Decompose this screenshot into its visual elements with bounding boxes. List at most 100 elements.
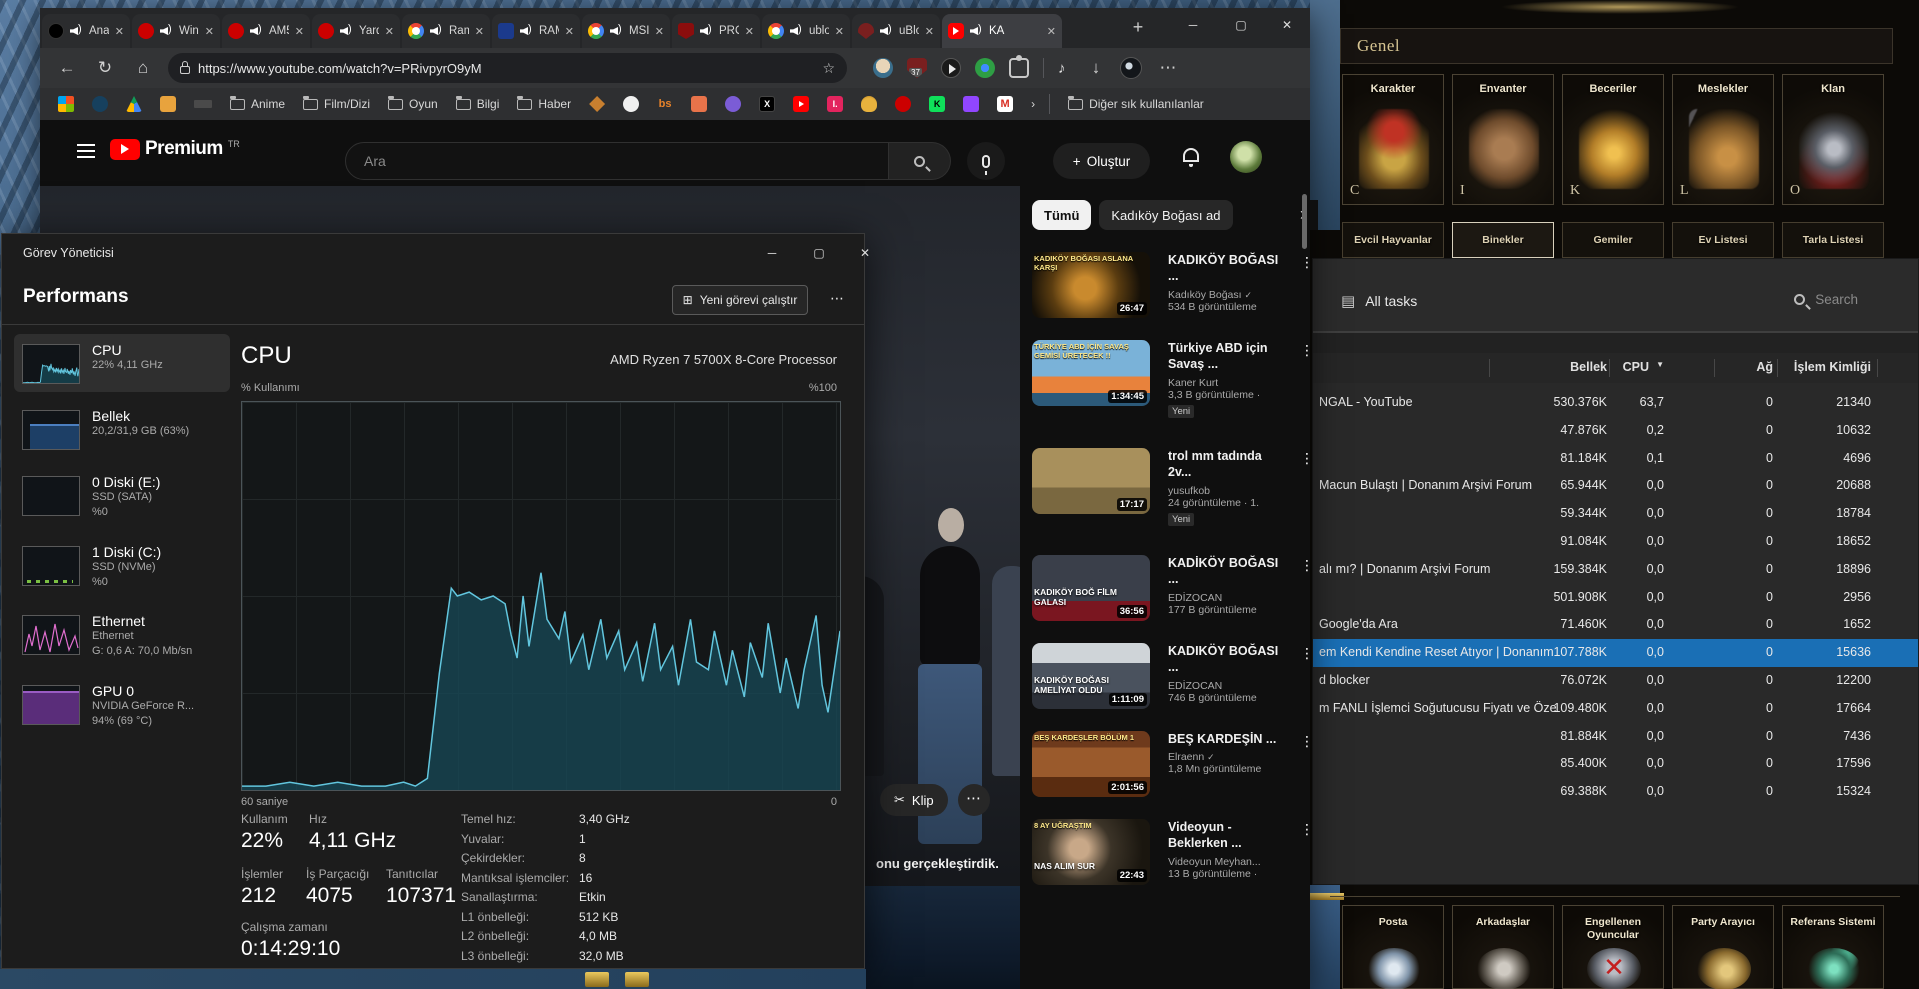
browser-tab[interactable]: Windov ✕ [132, 14, 220, 48]
bookmark-favicon[interactable] [623, 96, 639, 112]
task-row[interactable]: d blocker 76.072K 0,0 0 12200 [1313, 667, 1918, 695]
performance-sidebar-item[interactable]: Ethernet Ethernet G: 0,6 A: 70,0 Mb/sn [14, 605, 230, 667]
bookmark-favicon[interactable] [58, 96, 74, 112]
task-row[interactable]: 69.388K 0,0 0 15324 [1313, 778, 1918, 806]
clip-button[interactable]: ✂ Klip [880, 784, 948, 816]
bookmark-favicon[interactable] [691, 96, 707, 112]
browser-tab[interactable]: Yardım ✕ [312, 14, 400, 48]
video-more-button[interactable]: ⋯ [958, 784, 990, 816]
tab-close-icon[interactable]: ✕ [745, 25, 754, 38]
bookmark-favicon[interactable]: I. [827, 96, 843, 112]
game-social-card[interactable]: Party Arayıcı [1672, 905, 1774, 989]
tab-close-icon[interactable]: ✕ [655, 25, 664, 38]
refresh-button[interactable]: ↻ [86, 58, 124, 78]
performance-tab[interactable]: Performans [23, 286, 129, 308]
bookmark-favicon[interactable] [963, 96, 979, 112]
bookmark-favicon[interactable] [194, 100, 212, 108]
task-row[interactable]: 501.908K 0,0 0 2956 [1313, 584, 1918, 612]
suggested-video[interactable]: 17:17 trol mm tadında 2v... yusufkob 24 … [1032, 448, 1310, 532]
tab-close-icon[interactable]: ✕ [1047, 25, 1056, 38]
bookmark-favicon[interactable] [126, 96, 142, 112]
ublock-extension-icon[interactable]: 37 [907, 58, 927, 78]
address-bar[interactable]: https://www.youtube.com/watch?v=PRivpyrO… [168, 53, 847, 83]
browser-tab[interactable]: PRO A6 ✕ [672, 14, 760, 48]
suggested-video[interactable]: KADIKÖY BOĞ FİLM GALASI 36:56 KADİKÖY BO… [1032, 555, 1310, 639]
bookmark-favicon[interactable]: bs [657, 96, 673, 112]
browser-tab[interactable]: RAMPA ✕ [492, 14, 580, 48]
back-button[interactable]: ← [48, 58, 86, 78]
bookmark-favicon[interactable] [160, 96, 176, 112]
video-thumbnail[interactable]: TÜRKİYE ABD İÇİN SAVAŞ GEMİSİ ÜRETECEK !… [1032, 340, 1150, 406]
game-menu-card[interactable]: Beceriler K [1562, 74, 1664, 205]
suggested-video[interactable]: KADIKÖY BOĞASI ASLANA KARŞI 26:47 KADIKÖ… [1032, 252, 1310, 336]
window-close-button[interactable]: ✕ [1264, 8, 1310, 42]
task-row[interactable]: 81.884K 0,0 0 7436 [1313, 723, 1918, 751]
bookmark-folder[interactable]: Bilgi [456, 97, 500, 111]
youtube-profile-avatar[interactable] [1230, 141, 1262, 173]
video-thumbnail[interactable]: KADIKÖY BOĞASI AMELİYAT OLDU 1:11:09 [1032, 643, 1150, 709]
task-row[interactable]: Google'da Ara 71.460K 0,0 0 1652 [1313, 611, 1918, 639]
task-row[interactable]: 85.400K 0,0 0 17596 [1313, 750, 1918, 778]
hamburger-menu-icon[interactable] [77, 144, 95, 158]
game-menu-card[interactable]: Meslekler L [1672, 74, 1774, 205]
video-menu-kebab-icon[interactable]: ⋮ [1300, 450, 1314, 467]
task-row[interactable]: 47.876K 0,2 0 10632 [1313, 417, 1918, 445]
video-thumbnail[interactable]: 8 AY UĞRAŞTIM NAS ALIM SUR 22:43 [1032, 819, 1150, 885]
youtube-logo[interactable]: Premium TR [110, 138, 240, 160]
game-secondary-card[interactable]: Ev Listesi [1672, 222, 1774, 258]
create-button[interactable]: + Oluştur [1053, 143, 1150, 179]
bookmark-favicon[interactable] [895, 96, 911, 112]
new-tab-button[interactable]: + [1123, 13, 1153, 43]
game-secondary-card[interactable]: Tarla Listesi [1782, 222, 1884, 258]
bookmark-favicon[interactable] [861, 96, 877, 112]
game-social-card[interactable]: Engellenen Oyuncular [1562, 905, 1664, 989]
window-minimize-button[interactable]: ─ [1170, 8, 1216, 42]
task-row[interactable]: 59.344K 0,0 0 18784 [1313, 500, 1918, 528]
bookmark-folder[interactable]: Film/Dizi [303, 97, 370, 111]
tm-maximize-button[interactable]: ▢ [796, 234, 842, 272]
other-favorites-folder[interactable]: Diğer sık kullanılanlar [1068, 97, 1204, 111]
browser-tab[interactable]: uBlock ✕ [852, 14, 940, 48]
performance-sidebar-item[interactable]: 0 Diski (E:) SSD (SATA) %0 [14, 466, 230, 528]
bookmark-favicon[interactable] [589, 96, 605, 112]
extension-icon-green[interactable] [975, 58, 995, 78]
game-menu-card[interactable]: Envanter I [1452, 74, 1554, 205]
video-menu-kebab-icon[interactable]: ⋮ [1300, 733, 1314, 750]
tab-close-icon[interactable]: ✕ [115, 25, 124, 38]
bookmarks-overflow-chevron[interactable]: › [1031, 97, 1035, 111]
bookmark-folder[interactable]: Anime [230, 97, 285, 111]
extensions-puzzle-icon[interactable] [1009, 58, 1029, 78]
game-secondary-card[interactable]: Evcil Hayvanlar [1342, 222, 1444, 258]
run-new-task-button[interactable]: ⊞ Yeni görevi çalıştır [672, 285, 808, 315]
browser-profile-avatar[interactable] [1120, 57, 1142, 79]
video-thumbnail[interactable]: BEŞ KARDEŞLER BÖLÜM 1 2:01:56 [1032, 731, 1150, 797]
browser-tab[interactable]: ublock ✕ [762, 14, 850, 48]
performance-sidebar-item[interactable]: 1 Diski (C:) SSD (NVMe) %0 [14, 536, 230, 598]
column-header-cpu[interactable]: CPU [1609, 360, 1649, 374]
video-menu-kebab-icon[interactable]: ⋮ [1300, 557, 1314, 574]
video-menu-kebab-icon[interactable]: ⋮ [1300, 821, 1314, 838]
bookmark-folder[interactable]: Oyun [388, 97, 438, 111]
bookmark-favicon[interactable]: X [759, 96, 775, 112]
bookmark-favicon[interactable] [92, 96, 108, 112]
column-header-memory[interactable]: Bellek [1507, 360, 1607, 374]
game-social-card[interactable]: Referans Sistemi [1782, 905, 1884, 989]
browser-tab[interactable]: Anasay ✕ [42, 14, 130, 48]
youtube-search-button[interactable] [889, 142, 951, 180]
filter-chip[interactable]: Tümü [1032, 200, 1091, 230]
game-menu-card[interactable]: Karakter C [1342, 74, 1444, 205]
suggested-video[interactable]: BEŞ KARDEŞLER BÖLÜM 1 2:01:56 BEŞ KARDEŞ… [1032, 731, 1310, 815]
performance-sidebar-item[interactable]: CPU 22% 4,11 GHz [14, 334, 230, 392]
bookmark-favicon[interactable]: M [997, 96, 1013, 112]
tab-close-icon[interactable]: ✕ [925, 25, 934, 38]
video-thumbnail[interactable]: KADIKÖY BOĞASI ASLANA KARŞI 26:47 [1032, 252, 1150, 318]
video-menu-kebab-icon[interactable]: ⋮ [1300, 254, 1314, 271]
tab-close-icon[interactable]: ✕ [205, 25, 214, 38]
scrollbar-thumb[interactable] [1302, 194, 1307, 249]
tm-minimize-button[interactable]: ─ [749, 234, 795, 272]
tasks-dropdown[interactable]: ▤ All tasks [1341, 292, 1417, 310]
browser-tab[interactable]: AM5 İşl ✕ [222, 14, 310, 48]
browser-tab[interactable]: KA ✕ [942, 14, 1062, 48]
task-row[interactable]: m FANLI İşlemci Soğutucusu Fiyatı ve Öze… [1313, 695, 1918, 723]
tab-close-icon[interactable]: ✕ [295, 25, 304, 38]
